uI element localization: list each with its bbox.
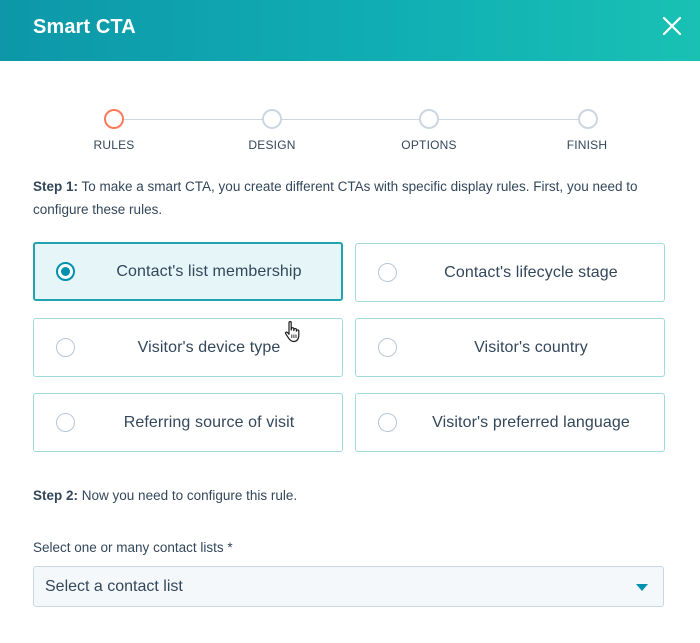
rule-option-preferred-language[interactable]: Visitor's preferred language [355,393,665,452]
stepper-connector [124,119,263,120]
rule-option-lifecycle-stage[interactable]: Contact's lifecycle stage [355,243,665,302]
step-indicator-rules [104,109,124,129]
step1-text: To make a smart CTA, you create differen… [33,179,638,217]
step1-instructions: Step 1: To make a smart CTA, you create … [33,175,673,221]
step-label-finish: FINISH [566,138,608,152]
radio-unselected[interactable] [56,338,75,357]
caret-down-icon [636,584,648,591]
rule-option-label: Contact's list membership [116,262,302,280]
rule-option-country[interactable]: Visitor's country [355,318,665,377]
dialog-title: Smart CTA [33,16,136,38]
contact-list-select[interactable]: Select a contact list [33,566,664,607]
radio-unselected[interactable] [378,413,397,432]
close-button[interactable] [655,10,689,44]
rule-option-label: Contact's lifecycle stage [444,263,618,281]
step-indicator-finish [578,109,598,129]
step2-prefix: Step 2: [33,488,79,503]
hand-pointer-icon [284,321,300,343]
stepper-connector [439,119,578,120]
radio-dot [61,267,70,276]
contact-lists-label: Select one or many contact lists * [33,540,233,555]
step-label-design: DESIGN [248,138,296,152]
step-indicator-options [419,109,439,129]
step1-prefix: Step 1: [33,179,79,194]
step-label-rules: RULES [93,138,135,152]
radio-selected[interactable] [56,262,75,281]
rule-option-referring-source[interactable]: Referring source of visit [33,393,343,452]
contact-list-select-value: Select a contact list [45,578,183,595]
step-indicator-design [262,109,282,129]
step-label-options: OPTIONS [401,138,457,152]
rule-option-label: Visitor's country [474,338,588,356]
stepper-connector [282,119,421,120]
rule-option-list-membership[interactable]: Contact's list membership [33,242,343,301]
step2-instructions: Step 2: Now you need to configure this r… [33,484,673,507]
close-icon [662,16,682,36]
dialog-header: Smart CTA [0,0,700,61]
radio-unselected[interactable] [56,413,75,432]
step2-text: Now you need to configure this rule. [81,488,298,503]
radio-unselected[interactable] [378,263,397,282]
rule-option-label: Visitor's preferred language [432,413,630,431]
rule-option-label: Referring source of visit [123,413,295,431]
radio-unselected[interactable] [378,338,397,357]
